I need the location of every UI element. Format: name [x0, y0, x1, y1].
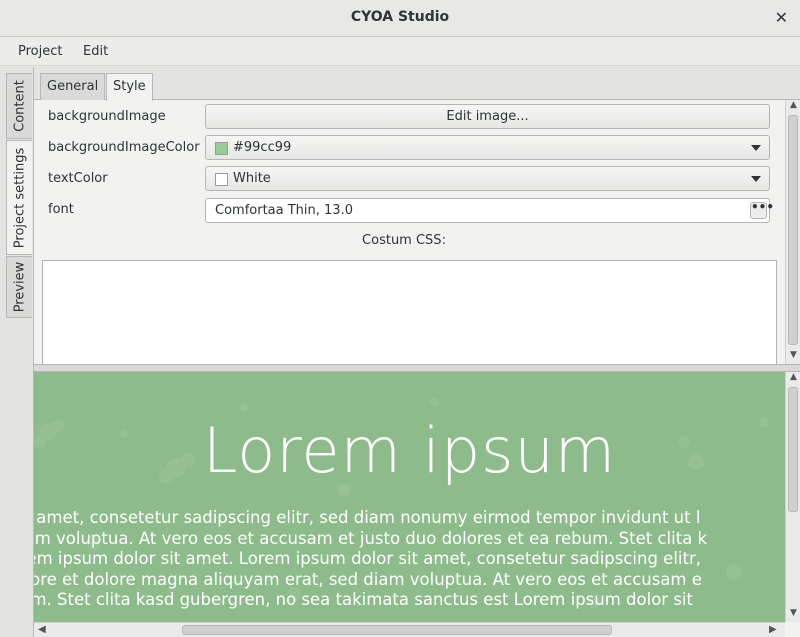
text-color-picker[interactable]: White [205, 166, 770, 191]
color-swatch-icon [215, 173, 228, 186]
preview-hscrollbar[interactable]: ◀ ▶ [34, 622, 785, 637]
chevron-down-icon [751, 176, 761, 182]
tab-content-label: Content [12, 80, 27, 132]
chevron-down-icon [751, 145, 761, 151]
scroll-left-icon[interactable]: ◀ [38, 624, 46, 635]
preview-title: Lorem ipsum [202, 414, 617, 487]
ellipsis-icon[interactable]: ••• [750, 201, 774, 219]
scroll-down-icon[interactable]: ▼ [786, 350, 800, 360]
split-divider[interactable] [34, 364, 800, 372]
tab-preview-label: Preview [12, 261, 27, 313]
scroll-down-icon[interactable]: ▼ [786, 608, 800, 618]
tab-content[interactable]: Content [6, 73, 32, 139]
custom-css-textarea[interactable] [42, 260, 777, 372]
scroll-up-icon[interactable]: ▲ [786, 100, 800, 110]
settings-scrollbar[interactable]: ▲ ▼ [785, 100, 800, 364]
tab-general[interactable]: General [40, 73, 106, 100]
preview-line: um. Stet clita kasd gubergren, no sea ta… [34, 590, 693, 609]
background-image-label: backgroundImage [48, 109, 166, 124]
background-image-color-picker[interactable]: #99cc99 [205, 135, 770, 160]
font-field: Comfortaa Thin, 13.0 ••• [205, 198, 774, 223]
sub-tab-bar: General Style [34, 67, 800, 101]
text-color-value: White [233, 171, 271, 186]
preview-line: oore et dolore magna aliquyam erat, sed … [34, 569, 702, 589]
scroll-up-icon[interactable]: ▲ [786, 372, 800, 382]
style-preview: Lorem ipsum it amet, consetetur sadipsci… [34, 372, 785, 622]
side-tab-bar: Content Project settings Preview [0, 67, 34, 637]
project-settings-panel: General Style backgroundImage Edit image… [33, 67, 800, 637]
preview-body: it amet, consetetur sadipscing elitr, se… [34, 508, 785, 611]
tab-project-settings-label: Project settings [12, 147, 27, 248]
preview-line: iam voluptua. At vero eos et accusam et … [34, 528, 708, 548]
background-image-color-value: #99cc99 [233, 140, 292, 155]
scrollbar-thumb[interactable] [182, 625, 612, 635]
close-icon[interactable]: ✕ [775, 8, 788, 27]
scroll-right-icon[interactable]: ▶ [769, 624, 777, 635]
scrollbar-thumb[interactable] [788, 387, 798, 512]
edit-image-button[interactable]: Edit image... [205, 104, 770, 129]
menu-edit[interactable]: Edit [83, 44, 108, 59]
preview-vscrollbar[interactable]: ▲ ▼ [785, 372, 800, 622]
text-color-label: textColor [48, 171, 108, 186]
font-value: Comfortaa Thin, 13.0 [215, 203, 353, 218]
preview-line: it amet, consetetur sadipscing elitr, se… [34, 508, 701, 527]
preview-line: rem ipsum dolor sit amet. Lorem ipsum do… [34, 549, 702, 568]
font-label: font [48, 202, 74, 217]
custom-css-label: Costum CSS: [362, 233, 446, 248]
menu-project[interactable]: Project [18, 44, 62, 59]
background-image-color-label: backgroundImageColor [48, 140, 200, 155]
color-swatch-icon [215, 142, 228, 155]
menu-bar: Project Edit [0, 38, 800, 66]
scrollbar-thumb[interactable] [788, 115, 798, 345]
window-title: CYOA Studio [350, 9, 450, 25]
title-bar: CYOA Studio ✕ [0, 0, 800, 37]
tab-style[interactable]: Style [106, 73, 153, 101]
tab-preview[interactable]: Preview [6, 256, 32, 318]
tab-project-settings[interactable]: Project settings [6, 140, 32, 255]
